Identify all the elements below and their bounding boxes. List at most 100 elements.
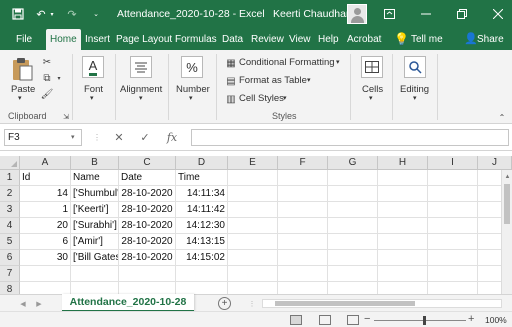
cell-i1[interactable] bbox=[428, 170, 478, 186]
clipboard-launcher-icon[interactable]: ⇲ bbox=[60, 111, 72, 123]
cell-c8[interactable] bbox=[119, 282, 176, 294]
cell-styles-icon[interactable]: ▥ bbox=[225, 93, 237, 105]
zoom-slider-thumb[interactable] bbox=[423, 316, 426, 325]
lightbulb-icon[interactable]: 💡 bbox=[394, 29, 409, 50]
cell-f6[interactable] bbox=[278, 250, 328, 266]
cell-b8[interactable] bbox=[71, 282, 119, 294]
cells-button[interactable]: Cells bbox=[362, 84, 383, 95]
cell-g6[interactable] bbox=[328, 250, 378, 266]
cell-f5[interactable] bbox=[278, 234, 328, 250]
tab-page-layout[interactable]: Page Layout bbox=[116, 29, 172, 50]
zoom-out-icon[interactable]: − bbox=[364, 313, 370, 325]
column-header-f[interactable]: F bbox=[278, 156, 328, 170]
cell-i3[interactable] bbox=[428, 202, 478, 218]
cell-d5[interactable]: 14:13:15 bbox=[176, 234, 228, 250]
number-format-icon[interactable]: % bbox=[181, 56, 203, 78]
cut-icon[interactable]: ✂ bbox=[41, 56, 53, 68]
font-dropdown-icon[interactable]: ▾ bbox=[90, 94, 94, 102]
tab-data[interactable]: Data bbox=[222, 29, 243, 50]
cell-f3[interactable] bbox=[278, 202, 328, 218]
copy-dropdown-icon[interactable]: ▾ bbox=[53, 72, 65, 84]
cell-b6[interactable]: ['Bill Gates'] bbox=[71, 250, 119, 266]
vertical-scroll-thumb[interactable] bbox=[504, 184, 510, 224]
cell-b7[interactable] bbox=[71, 266, 119, 282]
tab-insert[interactable]: Insert bbox=[85, 29, 110, 50]
row-header-4[interactable]: 4 bbox=[0, 218, 20, 234]
paste-dropdown-icon[interactable]: ▾ bbox=[18, 94, 22, 102]
name-box-dropdown-icon[interactable]: ▾ bbox=[71, 133, 75, 141]
cell-d4[interactable]: 14:12:30 bbox=[176, 218, 228, 234]
page-break-preview-icon[interactable] bbox=[347, 315, 359, 325]
format-as-table-icon[interactable]: ▤ bbox=[225, 75, 237, 87]
row-header-8[interactable]: 8 bbox=[0, 282, 20, 294]
cell-e4[interactable] bbox=[228, 218, 278, 234]
cell-d2[interactable]: 14:11:34 bbox=[176, 186, 228, 202]
format-as-table-dropdown-icon[interactable]: ▾ bbox=[307, 76, 311, 84]
cell-i7[interactable] bbox=[428, 266, 478, 282]
cell-c7[interactable] bbox=[119, 266, 176, 282]
cell-styles-button[interactable]: Cell Styles bbox=[239, 93, 284, 104]
cell-g5[interactable] bbox=[328, 234, 378, 250]
tell-me-button[interactable]: Tell me bbox=[411, 29, 443, 50]
column-header-d[interactable]: D bbox=[176, 156, 228, 170]
restore-icon[interactable] bbox=[452, 5, 472, 23]
row-header-7[interactable]: 7 bbox=[0, 266, 20, 282]
cell-e8[interactable] bbox=[228, 282, 278, 294]
cell-h4[interactable] bbox=[378, 218, 428, 234]
cell-h7[interactable] bbox=[378, 266, 428, 282]
cell-c5[interactable]: 28-10-2020 bbox=[119, 234, 176, 250]
tab-split-icon[interactable]: ⋮ bbox=[247, 298, 257, 309]
column-header-a[interactable]: A bbox=[20, 156, 71, 170]
formula-input[interactable] bbox=[191, 129, 509, 146]
cell-g8[interactable] bbox=[328, 282, 378, 294]
cell-h1[interactable] bbox=[378, 170, 428, 186]
undo-icon[interactable]: ↶ bbox=[33, 6, 49, 22]
row-header-1[interactable]: 1 bbox=[0, 170, 20, 186]
cell-g3[interactable] bbox=[328, 202, 378, 218]
row-header-5[interactable]: 5 bbox=[0, 234, 20, 250]
zoom-in-icon[interactable]: + bbox=[468, 313, 474, 325]
number-dropdown-icon[interactable]: ▾ bbox=[189, 94, 193, 102]
save-icon[interactable] bbox=[10, 6, 26, 22]
user-name[interactable]: Keerti Chaudhary bbox=[273, 8, 355, 20]
cell-e7[interactable] bbox=[228, 266, 278, 282]
collapse-ribbon-icon[interactable]: ⌃ bbox=[496, 111, 508, 123]
enter-icon[interactable]: ✓ bbox=[138, 130, 152, 144]
column-header-e[interactable]: E bbox=[228, 156, 278, 170]
column-header-i[interactable]: I bbox=[428, 156, 478, 170]
cell-styles-dropdown-icon[interactable]: ▾ bbox=[283, 94, 287, 102]
zoom-slider[interactable] bbox=[374, 320, 466, 321]
alignment-dropdown-icon[interactable]: ▾ bbox=[139, 94, 143, 102]
cell-a3[interactable]: 1 bbox=[20, 202, 71, 218]
cell-e1[interactable] bbox=[228, 170, 278, 186]
insert-function-icon[interactable]: fx bbox=[165, 130, 179, 144]
tab-home[interactable]: Home bbox=[46, 29, 81, 50]
cell-b5[interactable]: ['Amir'] bbox=[71, 234, 119, 250]
cell-i2[interactable] bbox=[428, 186, 478, 202]
cell-a4[interactable]: 20 bbox=[20, 218, 71, 234]
prev-sheet-icon[interactable]: ◀ bbox=[18, 298, 28, 309]
format-as-table-button[interactable]: Format as Table bbox=[239, 75, 307, 86]
cell-a1[interactable]: Id bbox=[20, 170, 71, 186]
cell-a5[interactable]: 6 bbox=[20, 234, 71, 250]
cell-f2[interactable] bbox=[278, 186, 328, 202]
cell-c3[interactable]: 28-10-2020 bbox=[119, 202, 176, 218]
cell-g7[interactable] bbox=[328, 266, 378, 282]
cell-b3[interactable]: ['Keerti'] bbox=[71, 202, 119, 218]
undo-dropdown-icon[interactable]: ▾ bbox=[48, 6, 56, 22]
cell-c2[interactable]: 28-10-2020 bbox=[119, 186, 176, 202]
conditional-formatting-dropdown-icon[interactable]: ▾ bbox=[336, 58, 340, 66]
alignment-icon[interactable] bbox=[130, 56, 152, 78]
cell-c4[interactable]: 28-10-2020 bbox=[119, 218, 176, 234]
cell-e6[interactable] bbox=[228, 250, 278, 266]
column-header-j[interactable]: J bbox=[478, 156, 512, 170]
tab-help[interactable]: Help bbox=[318, 29, 339, 50]
cells-icon[interactable] bbox=[361, 56, 383, 78]
minimize-icon[interactable] bbox=[416, 5, 436, 23]
normal-view-icon[interactable] bbox=[290, 315, 302, 325]
cell-a7[interactable] bbox=[20, 266, 71, 282]
select-all-button[interactable] bbox=[0, 156, 20, 170]
cell-f8[interactable] bbox=[278, 282, 328, 294]
column-header-g[interactable]: G bbox=[328, 156, 378, 170]
cell-d7[interactable] bbox=[176, 266, 228, 282]
